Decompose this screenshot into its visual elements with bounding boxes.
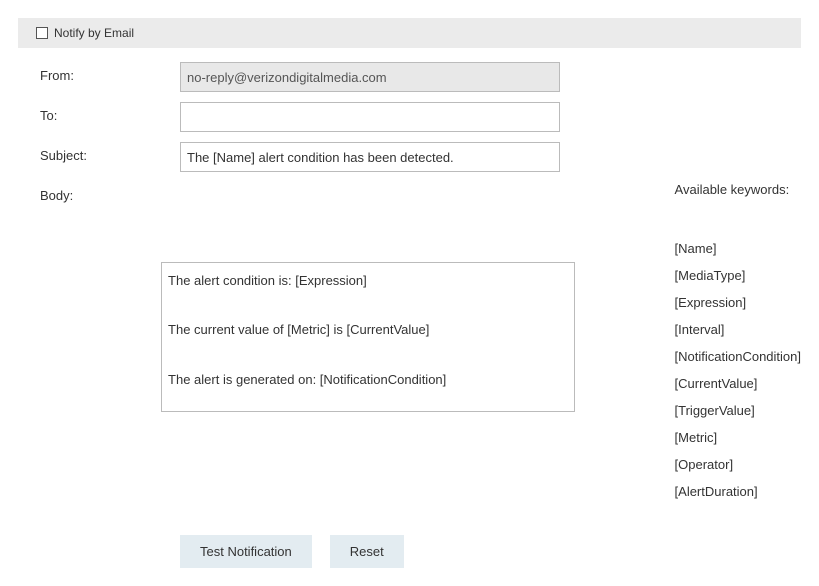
notify-email-label: Notify by Email — [54, 26, 134, 40]
keyword-item: [Expression] — [675, 295, 801, 310]
body-textarea[interactable] — [161, 262, 574, 412]
form-area: From: To: Subject: Body: Available keywo… — [0, 48, 819, 586]
to-input[interactable] — [180, 102, 560, 132]
reset-button[interactable]: Reset — [330, 535, 404, 568]
notify-email-checkbox[interactable] — [36, 27, 48, 39]
subject-row: Subject: — [40, 142, 801, 172]
keywords-panel: Available keywords: [Name] [MediaType] [… — [675, 182, 801, 511]
from-input — [180, 62, 560, 92]
keyword-item: [Name] — [675, 241, 801, 256]
button-row: Test Notification Reset — [180, 535, 801, 568]
subject-input[interactable] — [180, 142, 560, 172]
keyword-item: [Interval] — [675, 322, 801, 337]
body-label: Body: — [40, 182, 161, 203]
keywords-title: Available keywords: — [675, 182, 801, 197]
keyword-item: [Metric] — [675, 430, 801, 445]
to-row: To: — [40, 102, 801, 132]
from-label: From: — [40, 62, 180, 83]
keyword-item: [CurrentValue] — [675, 376, 801, 391]
subject-label: Subject: — [40, 142, 180, 163]
keyword-item: [TriggerValue] — [675, 403, 801, 418]
body-row: Body: Available keywords: [Name] [MediaT… — [40, 182, 801, 511]
panel-header: Notify by Email — [18, 18, 801, 48]
keyword-item: [NotificationCondition] — [675, 349, 801, 364]
keyword-item: [Operator] — [675, 457, 801, 472]
keyword-item: [AlertDuration] — [675, 484, 801, 499]
test-notification-button[interactable]: Test Notification — [180, 535, 312, 568]
keyword-item: [MediaType] — [675, 268, 801, 283]
from-row: From: — [40, 62, 801, 92]
to-label: To: — [40, 102, 180, 123]
